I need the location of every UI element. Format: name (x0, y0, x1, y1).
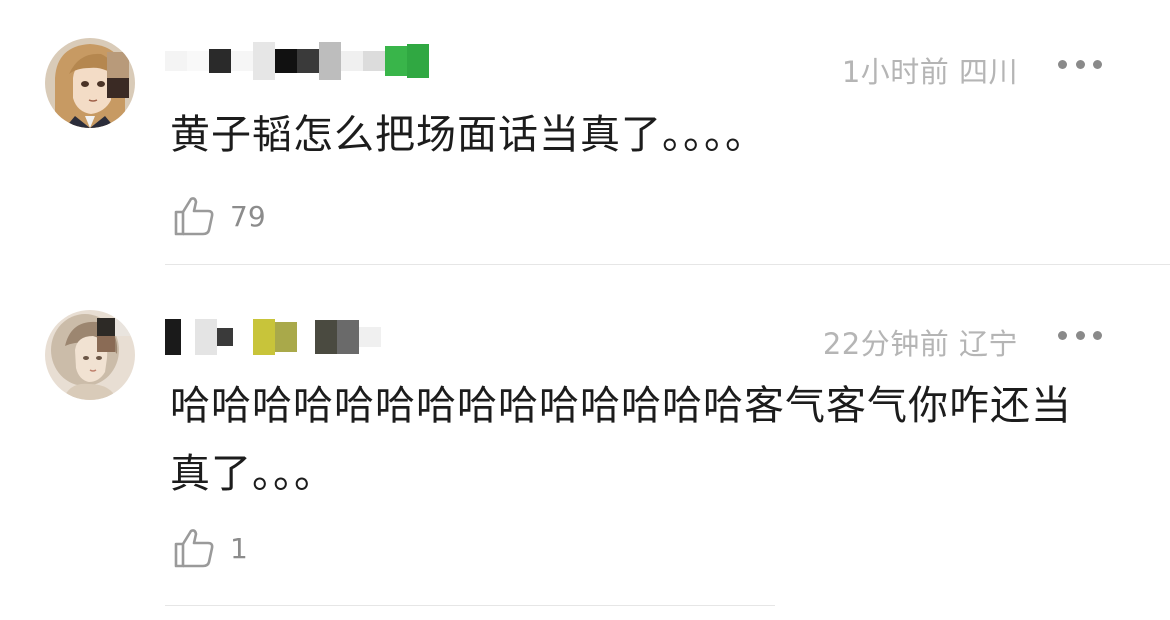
like-count: 79 (230, 199, 266, 233)
comment-meta: 22分钟前 辽宁 (823, 321, 1018, 363)
comment-time: 22分钟前 (822, 327, 950, 361)
comment-meta: 1小时前 四川 (842, 49, 1018, 91)
comment-item: 22分钟前 辽宁 哈哈哈哈哈哈哈哈哈哈哈哈哈哈客气客气你咋还当真了。。。 1 (0, 266, 1170, 620)
like-count: 1 (230, 531, 248, 565)
comment-location: 四川 (958, 55, 1018, 89)
comment-time: 1小时前 (841, 55, 950, 89)
divider (165, 605, 775, 606)
more-options-button[interactable] (1058, 325, 1102, 345)
thumbs-up-icon (174, 529, 214, 568)
comment-location: 辽宁 (958, 327, 1018, 361)
avatar[interactable] (45, 310, 135, 400)
comment-text: 黄子韬怎么把场面话当真了。。。。 (170, 112, 766, 158)
like-button[interactable]: 1 (172, 524, 248, 572)
username-mosaic[interactable] (165, 36, 429, 86)
comment-item: 1小时前 四川 黄子韬怎么把场面话当真了。。。。 79 (0, 0, 1170, 266)
avatar[interactable] (45, 38, 135, 128)
username-mosaic[interactable] (165, 312, 381, 362)
thumbs-up-icon (174, 197, 214, 236)
more-dots-icon (1058, 330, 1067, 340)
more-options-button[interactable] (1058, 54, 1102, 74)
like-button[interactable]: 79 (172, 192, 266, 240)
more-dots-icon (1058, 59, 1067, 69)
divider (165, 264, 1170, 265)
comment-text: 哈哈哈哈哈哈哈哈哈哈哈哈哈哈客气客气你咋还当真了。。。 (170, 383, 1072, 497)
